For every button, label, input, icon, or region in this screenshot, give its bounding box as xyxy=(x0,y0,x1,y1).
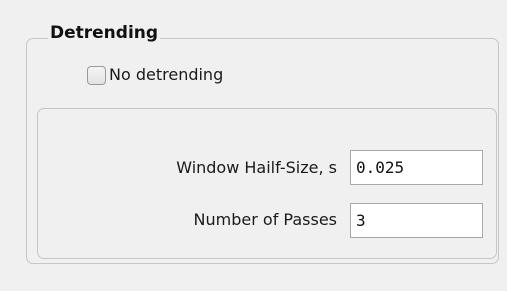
window-half-size-input[interactable] xyxy=(350,150,483,185)
no-detrending-option[interactable]: No detrending xyxy=(87,63,223,87)
no-detrending-checkbox[interactable] xyxy=(87,65,106,85)
number-of-passes-input[interactable] xyxy=(350,203,483,238)
number-of-passes-label: Number of Passes xyxy=(193,210,337,229)
no-detrending-label[interactable]: No detrending xyxy=(109,65,223,85)
detrending-group-title: Detrending xyxy=(48,21,161,45)
window-half-size-label: Window Hailf-Size, s xyxy=(176,158,337,177)
